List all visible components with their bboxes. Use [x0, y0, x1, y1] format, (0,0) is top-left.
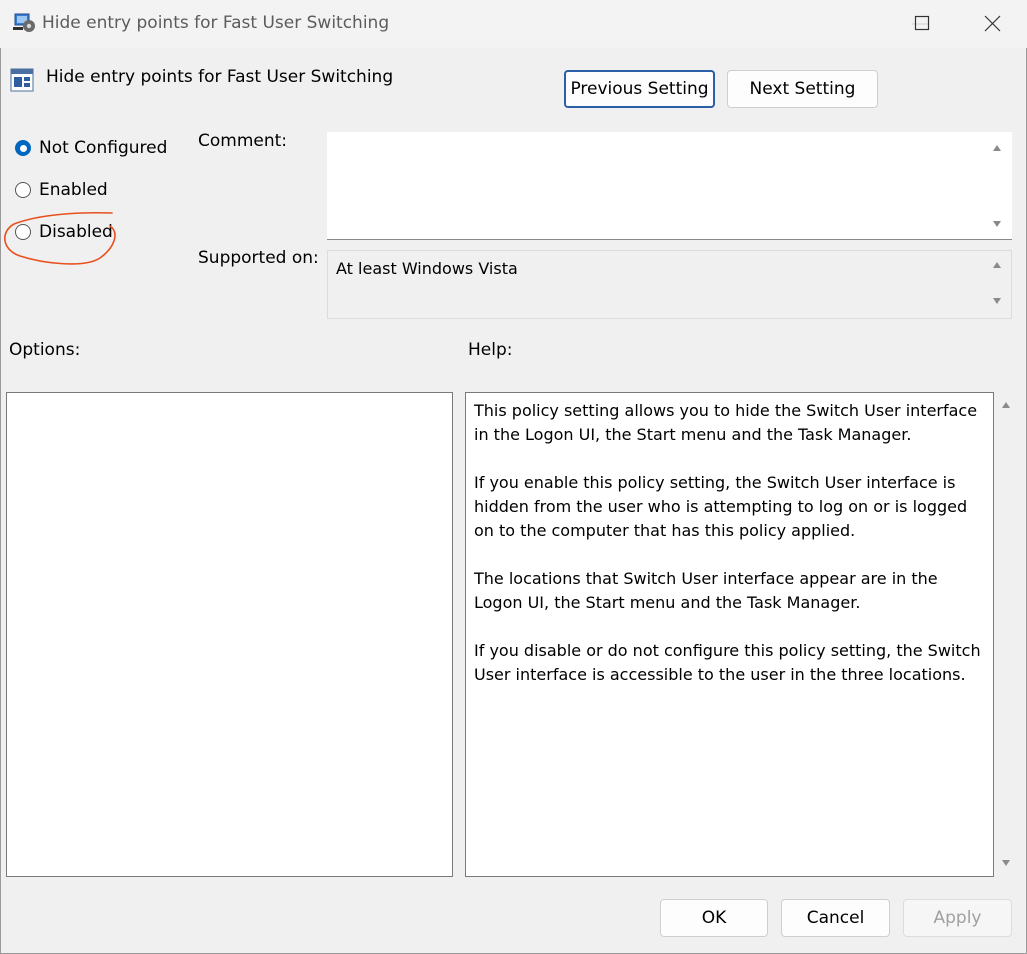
comment-scroll-up-icon[interactable] — [991, 142, 1003, 154]
options-label: Options: — [9, 340, 81, 360]
policy-setting-icon — [10, 68, 34, 92]
help-panel: This policy setting allows you to hide t… — [465, 392, 994, 877]
annotation-circle — [4, 211, 116, 265]
supported-on-value: At least Windows Vista — [336, 259, 518, 278]
radio-indicator — [15, 140, 31, 156]
supported-on-label: Supported on: — [198, 248, 319, 268]
help-paragraph: If you disable or do not configure this … — [474, 641, 981, 684]
radio-not-configured[interactable]: Not Configured — [15, 138, 167, 158]
policy-title: Hide entry points for Fast User Switchin… — [46, 67, 394, 87]
supported-on-field: At least Windows Vista — [327, 250, 1012, 319]
supported-scroll-up-icon[interactable] — [991, 259, 1003, 271]
window-title: Hide entry points for Fast User Switchin… — [42, 13, 390, 33]
radio-enabled[interactable]: Enabled — [15, 180, 108, 200]
help-paragraph: This policy setting allows you to hide t… — [474, 401, 978, 444]
close-icon — [984, 15, 1001, 32]
options-panel — [6, 392, 453, 877]
ok-button[interactable]: OK — [660, 899, 768, 937]
radio-label: Not Configured — [39, 138, 168, 158]
help-label: Help: — [468, 340, 513, 360]
previous-setting-button[interactable]: Previous Setting — [564, 70, 715, 108]
supported-scroll-down-icon[interactable] — [991, 295, 1003, 307]
help-text: This policy setting allows you to hide t… — [466, 393, 993, 717]
comment-scroll-down-icon[interactable] — [991, 218, 1003, 230]
app-icon — [12, 12, 36, 34]
next-setting-button[interactable]: Next Setting — [727, 70, 878, 108]
comment-label: Comment: — [198, 131, 288, 151]
help-scroll-down-icon[interactable] — [1000, 857, 1012, 869]
help-scroll-up-icon[interactable] — [1000, 399, 1012, 411]
close-button[interactable] — [962, 0, 1022, 48]
cancel-button[interactable]: Cancel — [781, 899, 890, 937]
help-paragraph: The locations that Switch User interface… — [474, 569, 938, 612]
comment-textarea[interactable] — [327, 132, 1012, 240]
maximize-icon — [914, 15, 930, 31]
help-paragraph: If you enable this policy setting, the S… — [474, 473, 968, 540]
apply-button[interactable]: Apply — [903, 899, 1012, 937]
radio-label: Enabled — [39, 180, 108, 200]
maximize-button[interactable] — [892, 0, 952, 48]
radio-indicator — [15, 182, 31, 198]
